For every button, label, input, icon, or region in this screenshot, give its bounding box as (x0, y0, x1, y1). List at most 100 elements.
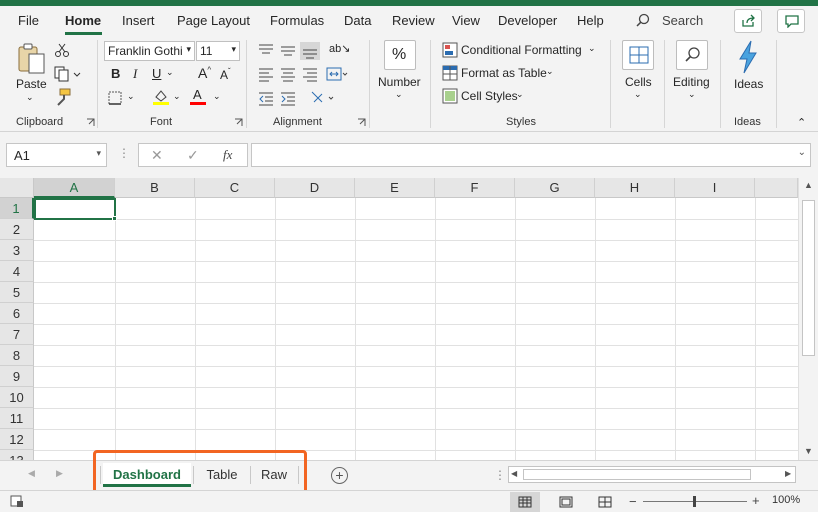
indent-icons[interactable] (258, 90, 348, 106)
search-label[interactable]: Search (662, 13, 703, 28)
tab-formulas[interactable]: Formulas (270, 13, 324, 28)
zoom-slider-thumb[interactable] (693, 496, 696, 507)
tab-file[interactable]: File (18, 13, 39, 28)
clipboard-launcher-icon[interactable] (86, 118, 95, 127)
paste-dropdown-icon[interactable]: ⌄ (26, 92, 34, 103)
font-name-select[interactable]: Franklin Gothi ▾ (104, 41, 195, 61)
paste-icon[interactable] (16, 42, 48, 76)
active-cell[interactable] (34, 198, 116, 220)
row-header[interactable]: 12 (0, 429, 34, 450)
copy-icon[interactable] (54, 66, 82, 82)
row-header[interactable]: 10 (0, 387, 34, 408)
row-header[interactable]: 1 (0, 198, 34, 219)
chevron-down-icon[interactable]: ⌄ (546, 66, 554, 77)
page-break-view-icon[interactable] (598, 496, 612, 508)
chevron-down-icon[interactable]: ⌄ (588, 43, 596, 54)
chevron-down-icon[interactable]: ⌄ (516, 89, 524, 100)
chevron-down-icon[interactable]: ⌄ (395, 89, 403, 100)
chevron-down-icon[interactable]: ⌄ (173, 91, 181, 102)
row-header[interactable]: 7 (0, 324, 34, 345)
paste-button[interactable]: Paste (16, 77, 47, 91)
search-icon[interactable] (636, 13, 650, 27)
page-layout-view-icon[interactable] (559, 496, 573, 508)
scroll-down-icon[interactable]: ▼ (804, 446, 813, 456)
zoom-in-icon[interactable]: + (752, 493, 760, 508)
editing-button[interactable]: Editing (673, 75, 710, 89)
italic-icon[interactable]: I (133, 66, 137, 82)
number-format-box[interactable]: % (384, 40, 416, 70)
vertical-scroll-thumb[interactable] (802, 200, 815, 356)
vertical-align-icons[interactable] (258, 42, 324, 60)
select-all-corner[interactable] (0, 178, 34, 198)
ideas-lightning-icon[interactable] (736, 40, 760, 74)
conditional-formatting-button[interactable]: Conditional Formatting (461, 43, 582, 57)
normal-view-button[interactable] (510, 492, 540, 512)
tab-page-layout[interactable]: Page Layout (177, 13, 250, 28)
scroll-right-icon[interactable]: ▶ (785, 469, 791, 478)
expand-formula-icon[interactable]: ⌄ (798, 147, 806, 158)
row-header[interactable]: 11 (0, 408, 34, 429)
zoom-level[interactable]: 100% (772, 494, 800, 506)
column-header[interactable]: F (435, 178, 515, 198)
column-header[interactable]: A (34, 178, 115, 198)
name-box[interactable]: A1 ▾ (6, 143, 107, 167)
alignment-launcher-icon[interactable] (357, 118, 366, 127)
row-header[interactable]: 4 (0, 261, 34, 282)
row-header[interactable]: 5 (0, 282, 34, 303)
macro-record-icon[interactable] (10, 495, 24, 508)
comments-button[interactable] (777, 9, 805, 33)
tab-insert[interactable]: Insert (122, 13, 155, 28)
collapse-ribbon-icon[interactable]: ⌃ (797, 116, 806, 129)
chevron-down-icon[interactable]: ⌄ (166, 67, 174, 78)
editing-icon-box[interactable] (676, 40, 708, 70)
prev-sheet-icon[interactable]: ◀ (28, 468, 35, 479)
borders-icon[interactable] (108, 91, 124, 105)
enter-check-icon[interactable]: ✓ (187, 147, 199, 164)
horizontal-scroll-thumb[interactable] (523, 469, 751, 480)
ideas-button[interactable]: Ideas (734, 77, 763, 91)
font-color-icon[interactable]: A (193, 87, 202, 102)
increase-font-icon[interactable]: A^ (198, 65, 211, 81)
horizontal-scrollbar[interactable]: ◀ ▶ (508, 466, 796, 483)
cells-button[interactable]: Cells (625, 75, 652, 89)
scroll-up-icon[interactable]: ▲ (804, 180, 813, 190)
vertical-scrollbar[interactable]: ▲ ▼ (798, 178, 818, 460)
chevron-down-icon[interactable]: ▾ (96, 148, 101, 159)
chevron-down-icon[interactable]: ⌄ (127, 91, 135, 102)
tab-data[interactable]: Data (344, 13, 371, 28)
chevron-down-icon[interactable]: ⌄ (688, 89, 696, 100)
horizontal-align-icons[interactable] (258, 66, 348, 82)
tab-review[interactable]: Review (392, 13, 435, 28)
number-button[interactable]: Number (378, 75, 421, 89)
font-size-select[interactable]: 11 ▾ (196, 41, 240, 61)
chevron-down-icon[interactable]: ⌄ (634, 89, 642, 100)
tab-developer[interactable]: Developer (498, 13, 557, 28)
row-header[interactable]: 13 (0, 450, 34, 460)
add-sheet-button[interactable]: + (331, 467, 348, 484)
next-sheet-icon[interactable]: ▶ (56, 468, 63, 479)
insert-function-icon[interactable]: fx (223, 147, 232, 163)
font-launcher-icon[interactable] (234, 118, 243, 127)
cell-styles-button[interactable]: Cell Styles (461, 89, 518, 103)
cut-icon[interactable] (54, 42, 70, 58)
tab-home[interactable]: Home (65, 13, 101, 28)
formula-input[interactable]: ⌄ (251, 143, 811, 167)
cancel-icon[interactable]: ✕ (151, 147, 163, 164)
column-header-partial[interactable] (755, 178, 798, 198)
fill-handle[interactable] (112, 216, 117, 221)
underline-icon[interactable]: U (152, 66, 161, 81)
row-header[interactable]: 3 (0, 240, 34, 261)
row-header[interactable]: 9 (0, 366, 34, 387)
format-painter-icon[interactable] (54, 88, 72, 106)
tab-view[interactable]: View (452, 13, 480, 28)
column-header[interactable]: I (675, 178, 755, 198)
cells-icon-box[interactable] (622, 40, 654, 70)
column-header[interactable]: B (115, 178, 195, 198)
bold-icon[interactable]: B (111, 66, 120, 81)
share-button[interactable] (734, 9, 762, 33)
chevron-down-icon[interactable]: ⌄ (213, 91, 221, 102)
row-header[interactable]: 8 (0, 345, 34, 366)
worksheet-grid[interactable]: A B C D E F G H I 1 2 3 4 5 6 7 8 9 10 1… (0, 178, 798, 460)
row-header[interactable]: 6 (0, 303, 34, 324)
orientation-icon[interactable]: ab↘ (329, 42, 350, 55)
